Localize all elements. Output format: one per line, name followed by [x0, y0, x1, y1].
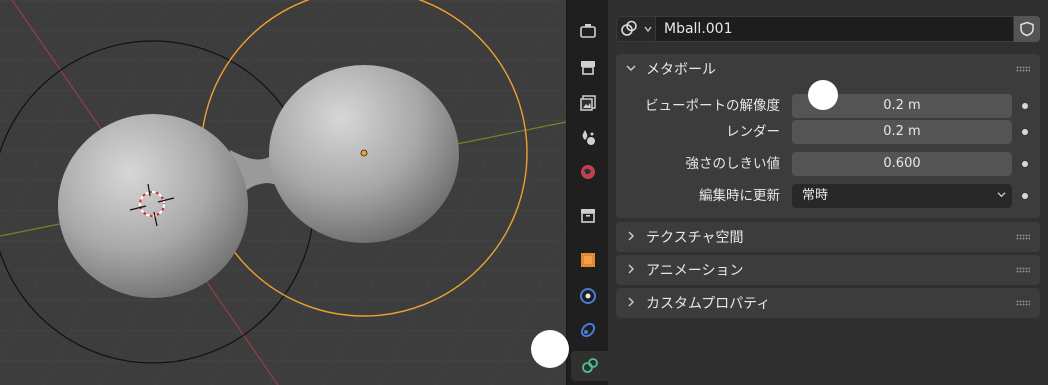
3d-viewport[interactable]: [0, 0, 566, 385]
drag-grip-icon[interactable]: [1016, 300, 1030, 306]
fake-user-button[interactable]: [1014, 16, 1040, 42]
scene-icon: [582, 130, 595, 145]
physics-icon: [580, 288, 596, 304]
render-resolution-row: レンダー 0.2 m: [616, 120, 1040, 144]
drag-grip-icon[interactable]: [1016, 234, 1030, 240]
constraints-icon: [580, 322, 596, 338]
keyframe-dot-icon[interactable]: [1022, 193, 1028, 199]
animation-panel-header[interactable]: アニメーション: [616, 255, 1040, 285]
data-tab[interactable]: [571, 351, 609, 381]
animation-panel[interactable]: アニメーション: [616, 255, 1040, 285]
update-on-edit-value: 常時: [802, 188, 829, 203]
object-icon: [581, 253, 595, 267]
output-icon: [580, 95, 596, 111]
pointer-indicator: [531, 330, 569, 368]
physics-tab[interactable]: [571, 281, 605, 311]
threshold-row: 強さのしきい値 0.600: [616, 152, 1040, 176]
texture-space-panel-header[interactable]: テクスチャ空間: [616, 222, 1040, 252]
collection-tab[interactable]: [571, 200, 605, 230]
metaball-panel-header[interactable]: メタボール: [616, 54, 1040, 84]
output-tab[interactable]: [571, 88, 605, 118]
object-tab[interactable]: [571, 245, 605, 275]
update-on-edit-label: 編集時に更新: [699, 188, 780, 204]
update-on-edit-row: 編集時に更新 常時: [616, 184, 1040, 208]
chevron-right-icon: [626, 296, 638, 310]
chevron-down-icon: [997, 184, 1006, 208]
metaball-icon: [621, 20, 637, 36]
viewport-scene: [0, 0, 566, 385]
keyframe-dot-icon[interactable]: [1022, 129, 1028, 135]
drag-grip-icon[interactable]: [1016, 66, 1030, 72]
render-resolution-label: レンダー: [726, 124, 780, 140]
metaball-panel-title: メタボール: [646, 62, 716, 78]
custom-properties-panel-title: カスタムプロパティ: [646, 296, 771, 312]
update-on-edit-dropdown[interactable]: 常時: [792, 184, 1012, 208]
tool-tab[interactable]: [571, 16, 605, 46]
metaball-sphere-left: [58, 114, 248, 298]
texture-space-panel-title: テクスチャ空間: [646, 230, 744, 246]
chevron-down-icon: [644, 26, 652, 33]
viewport-resolution-label: ビューポートの解像度: [645, 98, 780, 114]
pointer-indicator: [808, 80, 838, 110]
animation-panel-title: アニメーション: [646, 263, 744, 279]
world-icon: [581, 165, 595, 179]
shield-icon: [1020, 21, 1034, 37]
drag-grip-icon[interactable]: [1016, 267, 1030, 273]
chevron-down-icon: [626, 62, 638, 76]
properties-tab-strip: [566, 0, 609, 385]
metaball-data-icon: [582, 358, 598, 373]
world-tab[interactable]: [571, 157, 605, 187]
tool-icon: [580, 24, 596, 38]
custom-properties-panel[interactable]: カスタムプロパティ: [616, 288, 1040, 318]
properties-editor: Mball.001 メタボール ビューポートの解像度 0.2 m レンダー 0.…: [608, 0, 1048, 385]
render-resolution-field[interactable]: 0.2 m: [792, 120, 1012, 144]
collection-icon: [581, 209, 595, 223]
texture-space-panel[interactable]: テクスチャ空間: [616, 222, 1040, 252]
datablock-name-field[interactable]: Mball.001: [656, 16, 1014, 42]
keyframe-dot-icon[interactable]: [1022, 161, 1028, 167]
custom-properties-panel-header[interactable]: カスタムプロパティ: [616, 288, 1040, 318]
render-tab[interactable]: [571, 52, 605, 82]
constraints-tab[interactable]: [571, 315, 605, 345]
threshold-label: 強さのしきい値: [685, 156, 781, 172]
metaball-panel: メタボール ビューポートの解像度 0.2 m レンダー 0.2 m 強さのしきい…: [616, 54, 1040, 218]
scene-tab[interactable]: [571, 122, 605, 152]
threshold-field[interactable]: 0.600: [792, 152, 1012, 176]
object-origin: [360, 149, 368, 157]
keyframe-dot-icon[interactable]: [1022, 103, 1028, 109]
chevron-right-icon: [626, 230, 638, 244]
datablock-header: Mball.001: [616, 16, 1040, 42]
datablock-browse-button[interactable]: [616, 16, 656, 42]
render-icon: [581, 61, 595, 75]
chevron-right-icon: [626, 263, 638, 277]
